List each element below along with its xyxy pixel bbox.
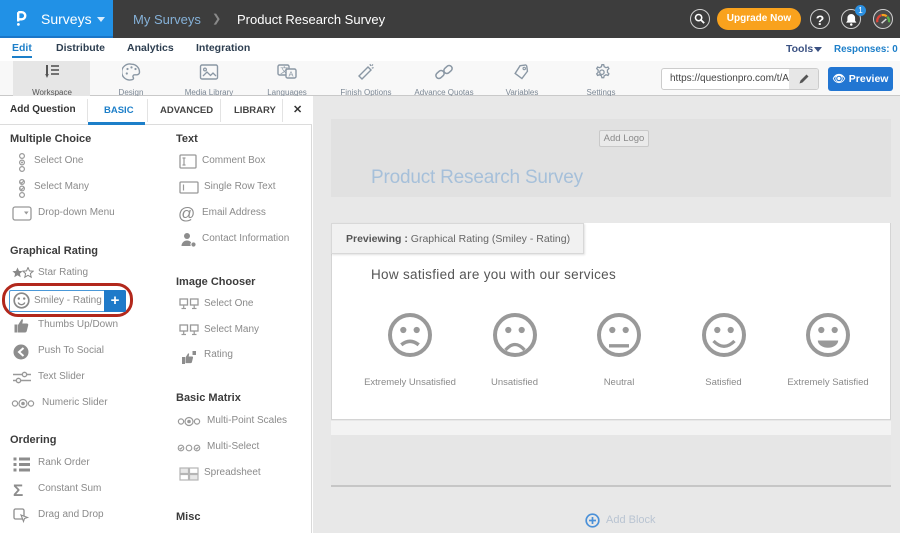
svg-text:A: A [289,70,294,79]
